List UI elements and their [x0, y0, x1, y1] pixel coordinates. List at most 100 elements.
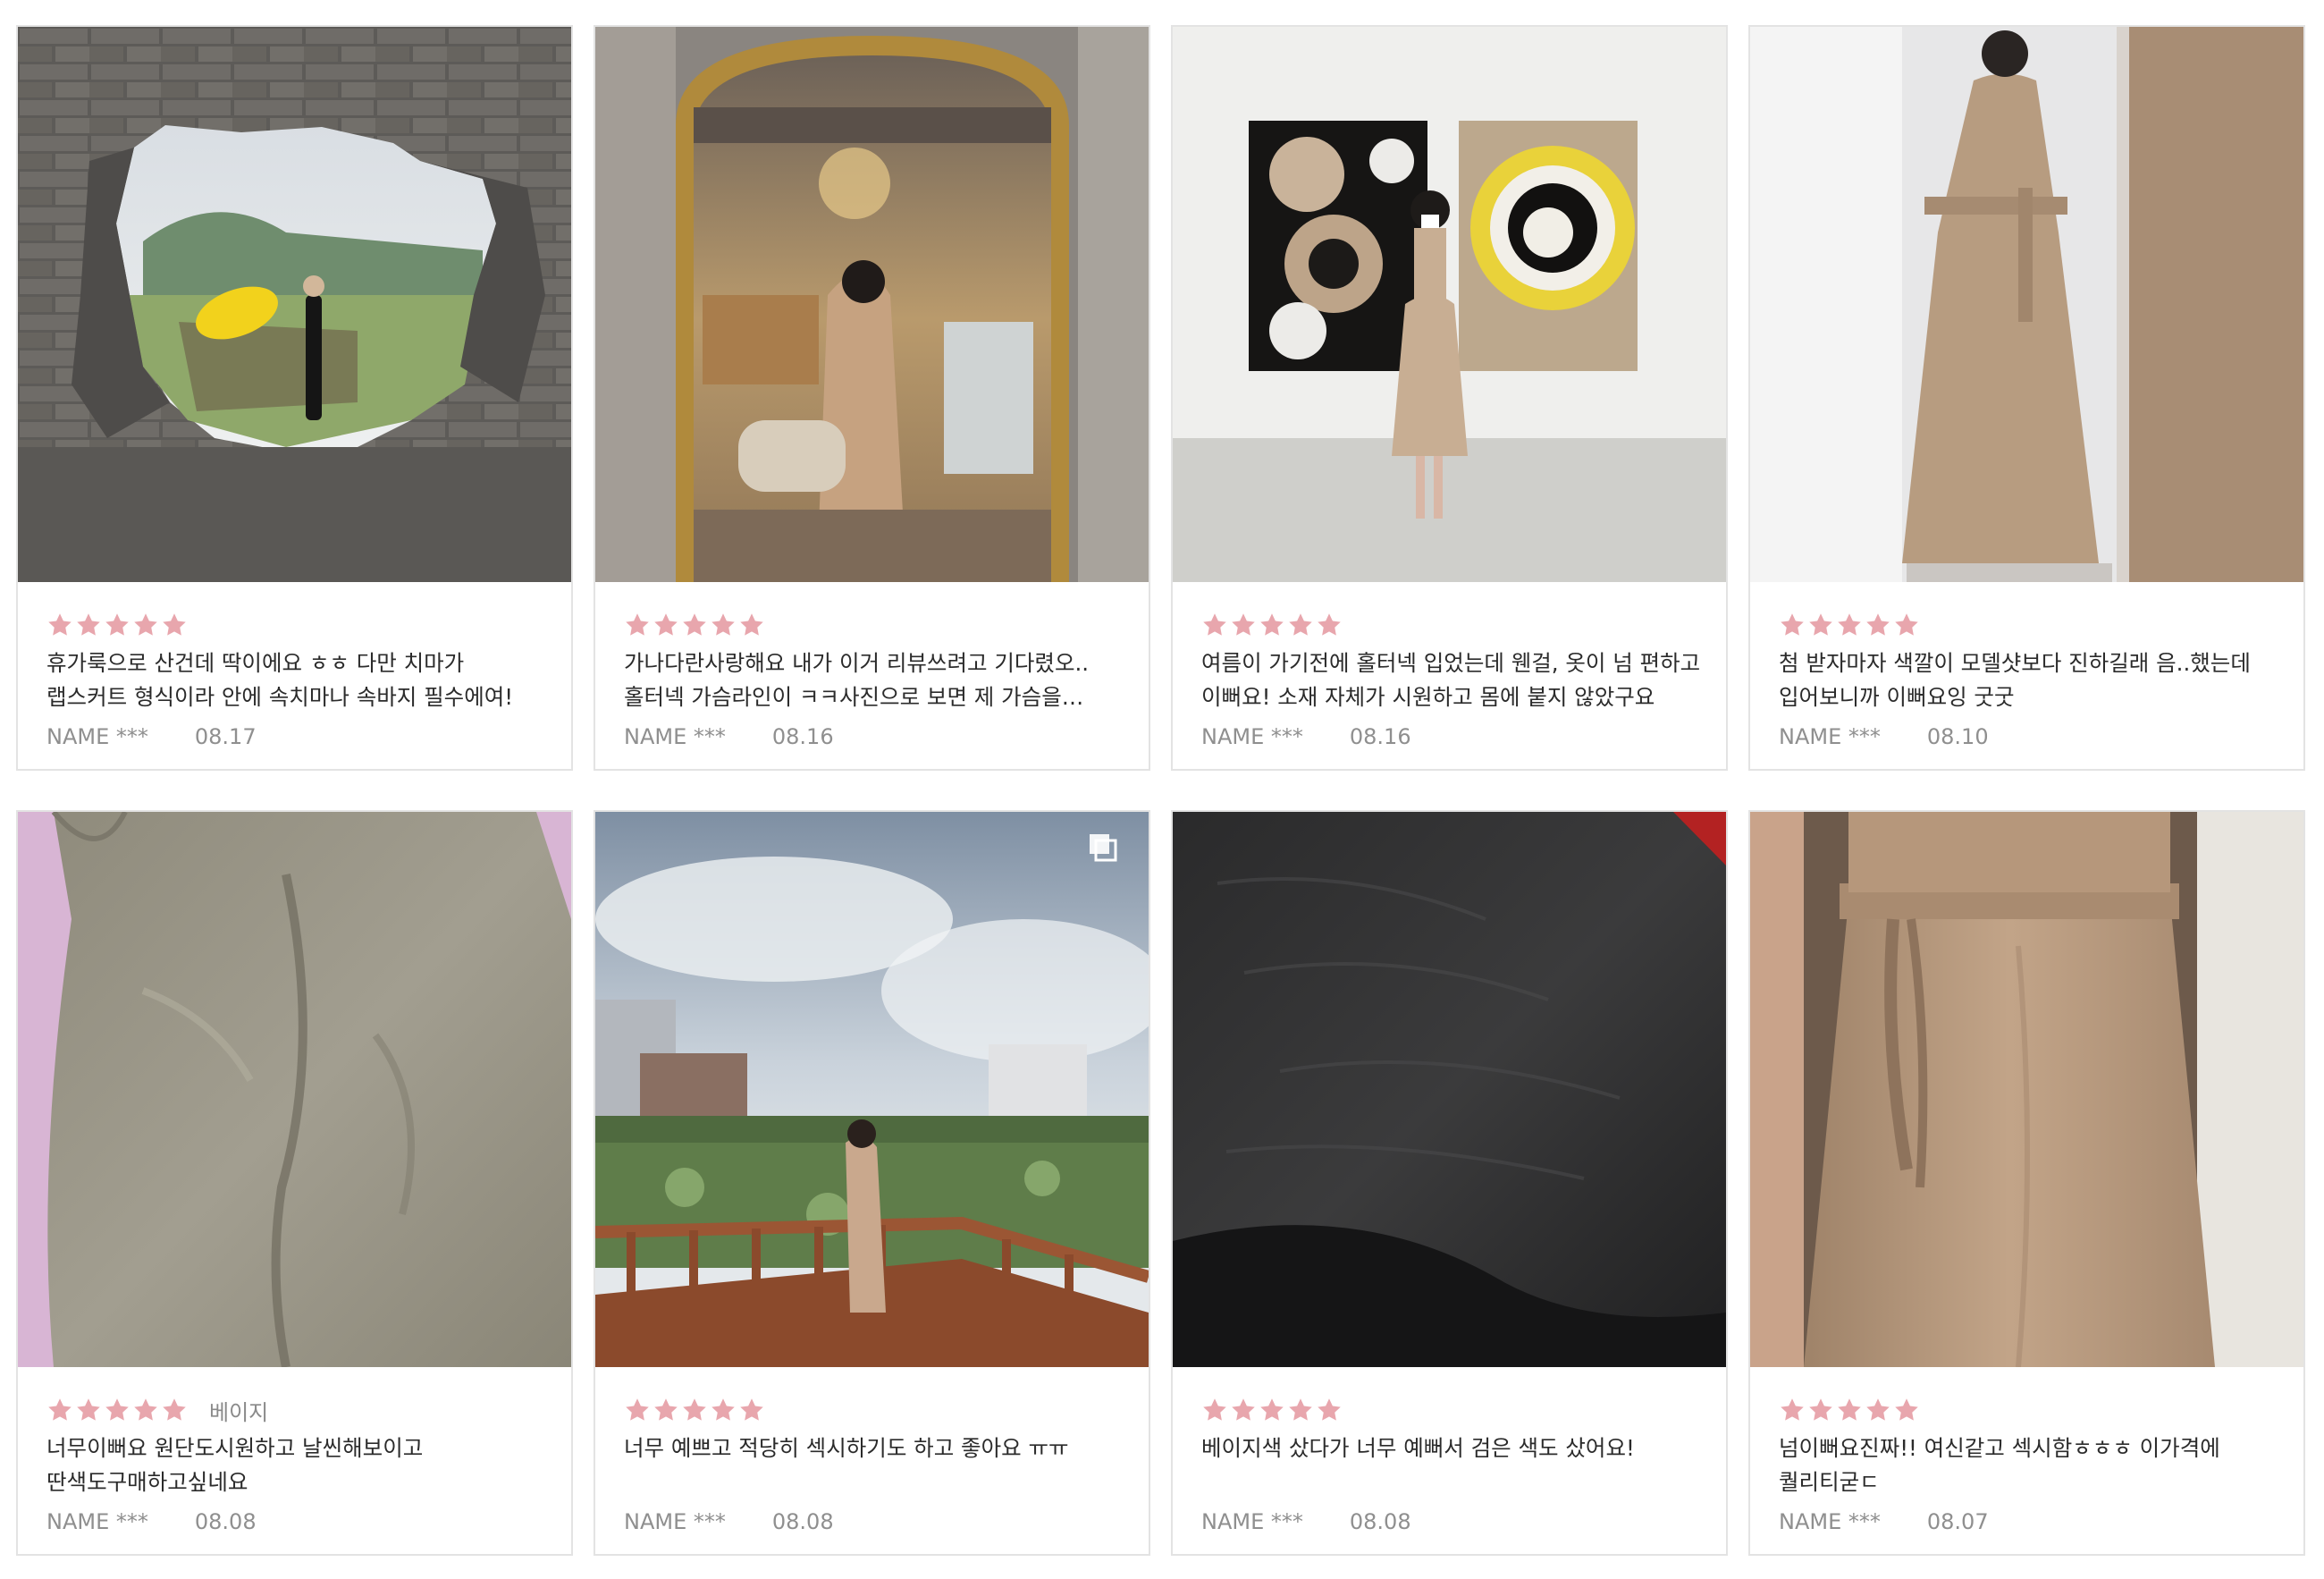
- star-rating: [1201, 612, 1343, 638]
- review-text[interactable]: 가나다란사랑해요 내가 이거 리뷰쓰려고 기다렸오.. 홀터넥 가슴라인이 ㅋㅋ…: [624, 646, 1124, 714]
- star-icon: [1866, 1398, 1890, 1421]
- review-card[interactable]: 베이지색 샀다가 너무 예뻐서 검은 색도 샀어요! NAME *** 08.0…: [1171, 810, 1728, 1556]
- review-meta: NAME *** 08.17: [46, 724, 257, 749]
- rating-row: [1779, 609, 1941, 641]
- star-rating: [624, 612, 765, 638]
- review-card[interactable]: 가나다란사랑해요 내가 이거 리뷰쓰려고 기다렸오.. 홀터넥 가슴라인이 ㅋㅋ…: [594, 25, 1150, 771]
- star-icon: [740, 613, 763, 636]
- review-text[interactable]: 여름이 가기전에 홀터넥 입었는데 웬걸, 옷이 넘 편하고 이뻐요! 소재 자…: [1201, 646, 1702, 714]
- review-card[interactable]: 여름이 가기전에 홀터넥 입었는데 웬걸, 옷이 넘 편하고 이뻐요! 소재 자…: [1171, 25, 1728, 771]
- star-rating: [1779, 612, 1920, 638]
- rating-row: [46, 609, 209, 641]
- star-icon: [1289, 613, 1312, 636]
- review-meta: NAME *** 08.08: [46, 1509, 257, 1534]
- review-info: 넘이뻐요진짜!! 여신같고 섹시함ㅎㅎㅎ 이가격에 퀄리티굳ㄷ NAME ***…: [1750, 1367, 2303, 1554]
- star-icon: [1809, 613, 1832, 636]
- star-rating: [624, 1397, 765, 1423]
- review-info: 여름이 가기전에 홀터넥 입었는데 웬걸, 옷이 넘 편하고 이뻐요! 소재 자…: [1173, 582, 1726, 769]
- star-icon: [712, 1398, 735, 1421]
- review-date: 08.16: [1349, 724, 1411, 749]
- review-photo[interactable]: [18, 27, 571, 582]
- reviewer-name: NAME ***: [624, 724, 726, 749]
- review-card[interactable]: 베이지 너무이뻐요 원단도시원하고 날씬해보이고 딴색도구매하고싶네요 NAME…: [16, 810, 573, 1556]
- option-label: 베이지: [209, 1399, 269, 1425]
- review-photo[interactable]: [595, 27, 1149, 582]
- star-icon: [48, 1398, 72, 1421]
- review-photo[interactable]: [595, 812, 1149, 1367]
- star-icon: [134, 1398, 157, 1421]
- star-icon: [1866, 613, 1890, 636]
- review-date: 08.08: [194, 1509, 257, 1534]
- star-icon: [1232, 613, 1255, 636]
- star-icon: [740, 1398, 763, 1421]
- review-info: 베이지 너무이뻐요 원단도시원하고 날씬해보이고 딴색도구매하고싶네요 NAME…: [18, 1367, 571, 1554]
- reviewer-name: NAME ***: [46, 1509, 148, 1534]
- rating-row: [624, 609, 787, 641]
- review-photo[interactable]: [1173, 27, 1726, 582]
- review-photo[interactable]: [1750, 27, 2303, 582]
- reviewer-name: NAME ***: [1201, 724, 1303, 749]
- review-date: 08.16: [771, 724, 834, 749]
- star-rating: [1201, 1397, 1343, 1423]
- review-date: 08.08: [771, 1509, 834, 1534]
- review-date: 08.17: [194, 724, 257, 749]
- review-text[interactable]: 베이지색 샀다가 너무 예뻐서 검은 색도 샀어요!: [1201, 1431, 1702, 1465]
- review-grid: 휴가룩으로 산건데 딱이에요 ㅎㅎ 다만 치마가 랩스커트 형식이라 안에 속치…: [0, 0, 2324, 1579]
- star-icon: [134, 613, 157, 636]
- review-meta: NAME *** 08.10: [1779, 724, 1989, 749]
- star-icon: [163, 1398, 186, 1421]
- star-icon: [626, 613, 649, 636]
- review-card[interactable]: 첨 받자마자 색깔이 모델샷보다 진하길래 음..했는데 입어보니까 이뻐요잉 …: [1748, 25, 2305, 771]
- review-meta: NAME *** 08.07: [1779, 1509, 1989, 1534]
- star-icon: [683, 1398, 706, 1421]
- reviewer-name: NAME ***: [46, 724, 148, 749]
- review-info: 가나다란사랑해요 내가 이거 리뷰쓰려고 기다렸오.. 홀터넥 가슴라인이 ㅋㅋ…: [595, 582, 1149, 769]
- review-photo[interactable]: [1750, 812, 2303, 1367]
- star-icon: [77, 613, 100, 636]
- review-card[interactable]: 너무 예쁘고 적당히 섹시하기도 하고 좋아요 ㅠㅠ NAME *** 08.0…: [594, 810, 1150, 1556]
- review-text[interactable]: 첨 받자마자 색깔이 모델샷보다 진하길래 음..했는데 입어보니까 이뻐요잉 …: [1779, 646, 2279, 714]
- review-info: 휴가룩으로 산건데 딱이에요 ㅎㅎ 다만 치마가 랩스커트 형식이라 안에 속치…: [18, 582, 571, 769]
- star-rating: [46, 612, 188, 638]
- star-icon: [1203, 613, 1226, 636]
- review-text[interactable]: 너무 예쁘고 적당히 섹시하기도 하고 좋아요 ㅠㅠ: [624, 1431, 1124, 1465]
- star-icon: [1203, 1398, 1226, 1421]
- star-icon: [105, 613, 129, 636]
- star-icon: [626, 1398, 649, 1421]
- star-icon: [1809, 1398, 1832, 1421]
- star-rating: [1779, 1397, 1920, 1423]
- review-card[interactable]: 휴가룩으로 산건데 딱이에요 ㅎㅎ 다만 치마가 랩스커트 형식이라 안에 속치…: [16, 25, 573, 771]
- star-icon: [712, 613, 735, 636]
- review-info: 베이지색 샀다가 너무 예뻐서 검은 색도 샀어요! NAME *** 08.0…: [1173, 1367, 1726, 1554]
- rating-row: [624, 1394, 787, 1426]
- review-date: 08.07: [1926, 1509, 1989, 1534]
- review-meta: NAME *** 08.08: [1201, 1509, 1411, 1534]
- star-icon: [1781, 1398, 1804, 1421]
- rating-row: 베이지: [46, 1394, 268, 1426]
- review-photo[interactable]: [1173, 812, 1726, 1367]
- star-icon: [683, 613, 706, 636]
- review-meta: NAME *** 08.08: [624, 1509, 834, 1534]
- star-icon: [1289, 1398, 1312, 1421]
- review-date: 08.08: [1349, 1509, 1411, 1534]
- reviewer-name: NAME ***: [1779, 724, 1881, 749]
- star-icon: [1895, 1398, 1918, 1421]
- star-icon: [163, 613, 186, 636]
- star-icon: [1895, 613, 1918, 636]
- review-card[interactable]: 넘이뻐요진짜!! 여신같고 섹시함ㅎㅎㅎ 이가격에 퀄리티굳ㄷ NAME ***…: [1748, 810, 2305, 1556]
- star-icon: [105, 1398, 129, 1421]
- star-icon: [1838, 1398, 1861, 1421]
- rating-row: [1779, 1394, 1941, 1426]
- star-icon: [654, 1398, 678, 1421]
- review-info: 너무 예쁘고 적당히 섹시하기도 하고 좋아요 ㅠㅠ NAME *** 08.0…: [595, 1367, 1149, 1554]
- star-rating: [46, 1397, 188, 1423]
- review-meta: NAME *** 08.16: [624, 724, 834, 749]
- star-icon: [1232, 1398, 1255, 1421]
- review-text[interactable]: 너무이뻐요 원단도시원하고 날씬해보이고 딴색도구매하고싶네요: [46, 1431, 547, 1499]
- star-icon: [77, 1398, 100, 1421]
- star-icon: [1260, 613, 1284, 636]
- rating-row: [1201, 609, 1364, 641]
- review-text[interactable]: 넘이뻐요진짜!! 여신같고 섹시함ㅎㅎㅎ 이가격에 퀄리티굳ㄷ: [1779, 1431, 2279, 1499]
- review-photo[interactable]: [18, 812, 571, 1367]
- review-text[interactable]: 휴가룩으로 산건데 딱이에요 ㅎㅎ 다만 치마가 랩스커트 형식이라 안에 속치…: [46, 646, 547, 714]
